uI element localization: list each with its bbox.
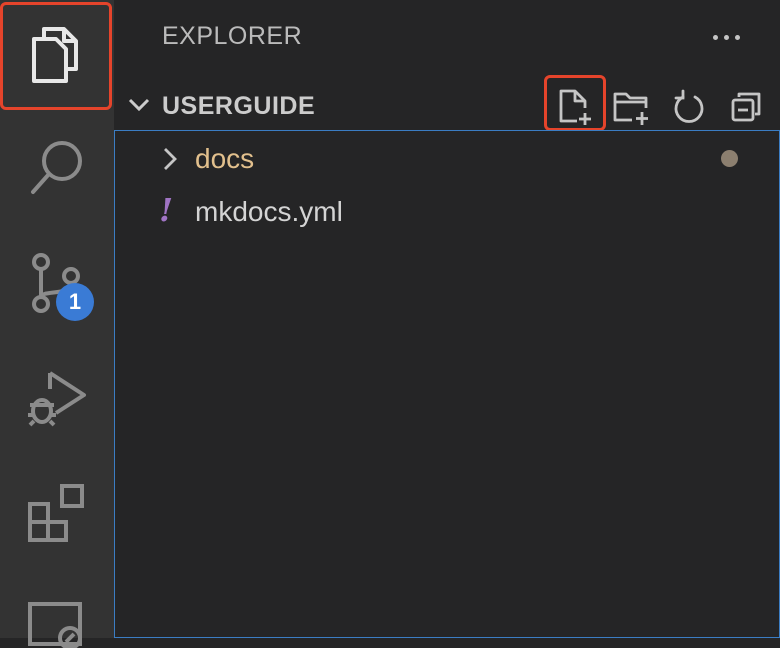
run-debug-icon bbox=[28, 371, 86, 427]
activity-search[interactable] bbox=[0, 132, 114, 202]
collapse-all-button[interactable] bbox=[723, 84, 769, 130]
activity-run-debug[interactable] bbox=[0, 365, 114, 431]
tree-item-file[interactable]: ! mkdocs.yml bbox=[115, 186, 778, 238]
new-file-highlight bbox=[544, 75, 606, 131]
file-label: mkdocs.yml bbox=[195, 196, 343, 227]
explorer-highlight bbox=[0, 2, 112, 110]
tree-item-folder[interactable]: docs bbox=[115, 133, 778, 185]
chevron-right-icon[interactable] bbox=[159, 145, 181, 173]
search-icon bbox=[31, 141, 82, 194]
section-title: USERGUIDE bbox=[162, 92, 316, 120]
new-folder-icon bbox=[613, 92, 648, 125]
extensions-icon bbox=[28, 484, 84, 542]
file-tree: docs ! mkdocs.yml bbox=[114, 130, 780, 638]
refresh-button[interactable] bbox=[666, 84, 712, 130]
folder-label: docs bbox=[195, 143, 255, 174]
ellipsis-icon[interactable] bbox=[706, 20, 746, 54]
remote-explorer-icon bbox=[28, 602, 82, 648]
activity-bar: 1 bbox=[0, 0, 114, 648]
new-folder-button[interactable] bbox=[609, 84, 655, 130]
section-header-userguide[interactable]: USERGUIDE bbox=[114, 75, 780, 131]
chevron-down-icon[interactable] bbox=[124, 90, 154, 120]
activity-remote-explorer[interactable] bbox=[0, 598, 114, 648]
explorer-sidebar: EXPLORER USERGUIDE docs ! mkdocs.yml bbox=[114, 0, 780, 638]
yaml-file-icon: ! bbox=[159, 191, 174, 229]
refresh-icon bbox=[674, 89, 704, 123]
activity-extensions[interactable] bbox=[0, 482, 114, 544]
explorer-title: EXPLORER bbox=[162, 22, 303, 50]
collapse-all-icon bbox=[731, 92, 761, 122]
source-control-badge: 1 bbox=[56, 283, 94, 321]
modified-dot-icon bbox=[721, 150, 738, 167]
